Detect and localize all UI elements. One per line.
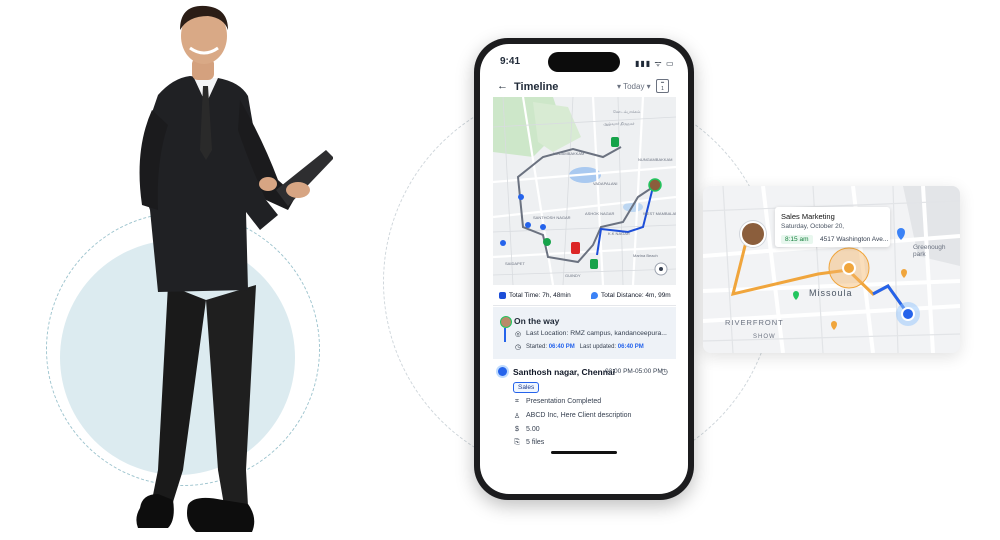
updated-time: 06:40 PM xyxy=(617,344,644,350)
svg-text:SANTHOSH NAGAR: SANTHOSH NAGAR xyxy=(533,215,571,220)
status-time: 9:41 xyxy=(500,56,521,67)
avatar xyxy=(500,316,512,328)
svg-text:SAIDAPET: SAIDAPET xyxy=(505,261,525,266)
started-time: 06:40 PM xyxy=(548,344,575,350)
map-label-greenough: Greenough park xyxy=(913,244,946,258)
clock-icon: ◷ xyxy=(515,344,522,351)
popup-date: Saturday, October 20, xyxy=(781,223,845,230)
on-the-way-title: On the way xyxy=(514,316,560,326)
svg-text:GUINDY: GUINDY xyxy=(565,273,581,278)
businessman-illustration xyxy=(136,5,333,532)
visit-detail-text: 5.00 xyxy=(526,426,540,433)
category-tag: Sales xyxy=(513,382,540,393)
started-label: Started: xyxy=(526,344,548,350)
visit-detail-text: Presentation Completed xyxy=(526,398,602,405)
visit-detail-row[interactable]: ⎘ 5 files xyxy=(512,439,631,447)
svg-text:கோடம்பாக்கம்: கோடம்பாக்கம் xyxy=(613,109,640,114)
status-icons: ▮▮▮ ᯤ ▭ xyxy=(635,59,675,68)
updated-label: Last updated: xyxy=(579,344,617,350)
map-label-riverfront: RIVERFRONT xyxy=(725,318,784,327)
total-distance-stat: Total Distance: 4m, 99m xyxy=(591,292,671,299)
svg-text:WEST MAMBALAM: WEST MAMBALAM xyxy=(643,211,676,216)
date-select[interactable]: ▾ Today ▾ xyxy=(617,82,651,91)
clock-icon: ◷ xyxy=(661,367,668,376)
total-time-text: Total Time: 7h, 48min xyxy=(509,292,571,300)
last-location-text: Last Location: RMZ campus, kandanceepura… xyxy=(526,330,667,337)
location-icon: ◎ xyxy=(515,331,522,338)
back-arrow-icon[interactable]: ← xyxy=(497,80,508,92)
visit-detail-text: 5 files xyxy=(526,439,545,446)
avatar xyxy=(740,221,766,247)
attachment-icon: ⎘ xyxy=(514,439,520,446)
visit-detail-row: $ 5.00 xyxy=(512,426,631,433)
timeline-connector xyxy=(504,328,506,342)
map-label-missoula: Missoula xyxy=(809,288,853,298)
svg-text:Marina Beach: Marina Beach xyxy=(633,253,658,258)
client-icon: ♙ xyxy=(513,413,521,420)
svg-text:K.K NAGAR: K.K NAGAR xyxy=(608,231,630,236)
visit-detail-row: ♙ ABCD Inc, Here Client description xyxy=(512,412,632,420)
total-distance-text: Total Distance: 4m, 99m xyxy=(601,292,671,300)
date-select-label: Today xyxy=(623,82,645,91)
popup-title: Sales Marketing xyxy=(781,212,835,221)
pin-icon xyxy=(591,292,598,299)
dynamic-island xyxy=(548,52,620,72)
started-line: Started: 06:40 PM Last updated: 06:40 PM xyxy=(526,344,644,350)
dollar-icon: $ xyxy=(515,426,519,433)
visit-title[interactable]: Santhosh nagar, Chennai xyxy=(513,367,615,377)
svg-text:VADAPALANI: VADAPALANI xyxy=(593,181,618,186)
home-indicator xyxy=(551,451,617,454)
visit-detail-row: ⌗ Presentation Completed xyxy=(512,398,631,406)
total-time-stat: Total Time: 7h, 48min xyxy=(499,292,571,299)
calendar-icon[interactable]: ━ 1 xyxy=(656,79,669,93)
visit-time-range: 03:00 PM-05:00 PM xyxy=(605,368,663,375)
visit-marker-icon xyxy=(498,367,507,376)
task-icon: ⌗ xyxy=(515,398,519,405)
svg-text:KODAMBAKKAM: KODAMBAKKAM xyxy=(553,151,584,156)
clock-badge-icon xyxy=(499,292,506,299)
map-label-lower: SHOW xyxy=(753,334,776,340)
timeline-map[interactable]: கோடம்பாக்கம் ஆழ்வார் திருநகர் KODAMBAKKA… xyxy=(493,97,676,285)
visit-detail-text: ABCD Inc, Here Client description xyxy=(526,412,632,419)
page-title: Timeline xyxy=(514,81,559,93)
svg-text:NUNGAMBAKKAM: NUNGAMBAKKAM xyxy=(638,157,672,162)
svg-text:ASHOK NAGAR: ASHOK NAGAR xyxy=(585,211,614,216)
visit-detail-rows: ⌗ Presentation Completed ♙ ABCD Inc, Her… xyxy=(512,398,632,453)
popup-time-badge: 8:15 am xyxy=(781,235,813,244)
popup-address: 4517 Washington Ave... xyxy=(820,236,889,243)
route-stats-bar: Total Time: 7h, 48min Total Distance: 4m… xyxy=(493,287,676,306)
